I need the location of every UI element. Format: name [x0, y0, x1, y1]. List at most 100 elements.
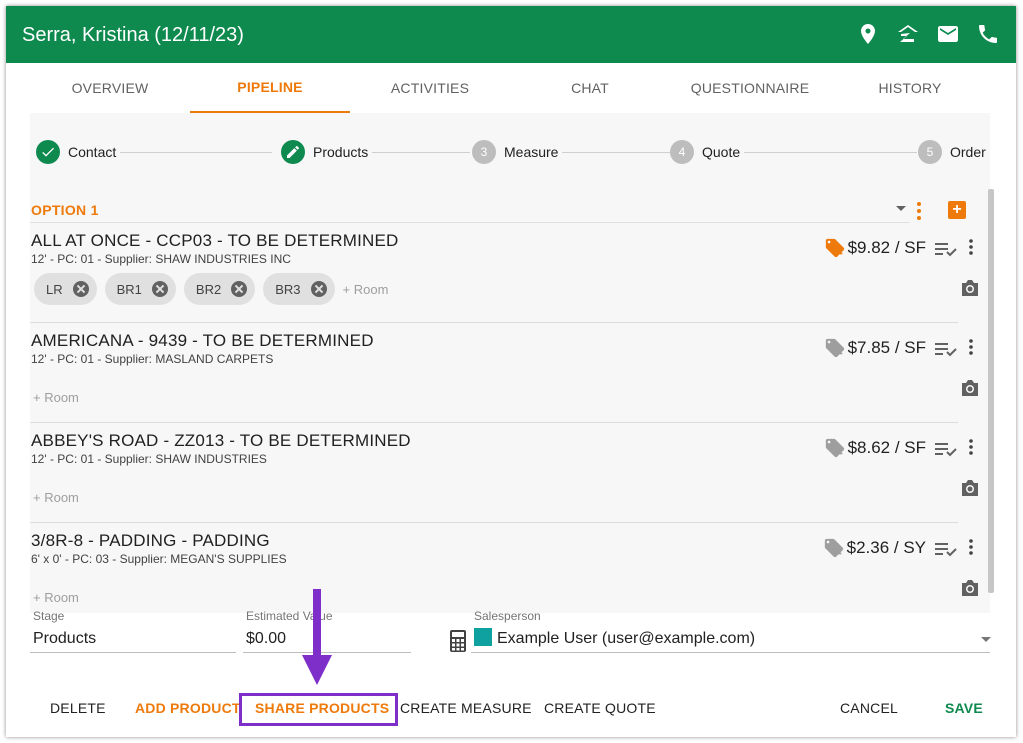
add-room-link[interactable]: + Room	[33, 590, 79, 605]
tab-bar: OVERVIEW PIPELINE ACTIVITIES CHAT QUESTI…	[30, 63, 990, 113]
save-button[interactable]: SAVE	[945, 700, 983, 716]
close-icon[interactable]	[310, 281, 327, 297]
field-underline	[471, 652, 990, 653]
cancel-button[interactable]: CANCEL	[840, 700, 898, 716]
salesperson-label: Salesperson	[474, 609, 541, 623]
step-label: Order	[950, 144, 986, 160]
estimated-value-value: $0.00	[246, 630, 287, 647]
location-pin-icon[interactable]	[856, 22, 880, 46]
customer-title: Serra, Kristina (12/11/23)	[22, 24, 244, 46]
dialog-actions: DELETE ADD PRODUCT SHARE PRODUCTS CREATE…	[6, 686, 1016, 732]
product-price[interactable]: $8.62 / SF	[824, 437, 926, 459]
field-underline	[30, 652, 236, 653]
tab-questionnaire[interactable]: QUESTIONNAIRE	[670, 63, 830, 113]
stage-value: Products	[33, 630, 97, 647]
product-name: ALL AT ONCE - CCP03 - TO BE DETERMINED	[31, 231, 399, 250]
more-vert-icon[interactable]	[968, 539, 974, 555]
scrollbar[interactable]	[988, 189, 994, 593]
step-number: 3	[472, 140, 496, 164]
annotation-highlight-box	[239, 693, 398, 726]
camera-icon[interactable]	[960, 379, 980, 397]
pipeline-stepper: Contact Products 3 Measure 4 Quote 5 Ord…	[30, 113, 990, 179]
create-quote-button[interactable]: CREATE QUOTE	[544, 700, 656, 716]
add-product-button[interactable]: ADD PRODUCT	[135, 700, 241, 716]
salesperson-color-swatch	[474, 628, 492, 646]
dialog-header: Serra, Kristina (12/11/23)	[6, 6, 1016, 63]
close-icon[interactable]	[151, 281, 168, 297]
step-number: 5	[918, 140, 942, 164]
step-connector	[120, 152, 272, 153]
close-icon[interactable]	[231, 281, 248, 297]
product-row: ABBEY'S ROAD - ZZ013 - TO BE DETERMINED …	[30, 423, 958, 523]
list-check-icon[interactable]	[934, 239, 958, 259]
camera-icon[interactable]	[960, 279, 980, 297]
product-price[interactable]: $2.36 / SY	[823, 537, 926, 559]
price-tag-icon	[824, 237, 846, 259]
email-icon[interactable]	[936, 22, 960, 46]
list-check-icon[interactable]	[934, 539, 958, 559]
product-details: 12' - PC: 01 - Supplier: MASLAND CARPETS	[31, 352, 274, 366]
step-label: Contact	[68, 144, 117, 160]
add-room-link[interactable]: + Room	[343, 282, 389, 297]
product-name: ABBEY'S ROAD - ZZ013 - TO BE DETERMINED	[31, 431, 411, 450]
price-text: $9.82 / SF	[847, 238, 926, 257]
product-price[interactable]: $7.85 / SF	[824, 337, 926, 359]
step-products[interactable]: Products	[281, 140, 373, 164]
price-text: $7.85 / SF	[847, 338, 926, 357]
product-row: ALL AT ONCE - CCP03 - TO BE DETERMINED 1…	[30, 223, 958, 323]
step-order[interactable]: 5 Order	[918, 140, 990, 164]
opportunity-dialog: Serra, Kristina (12/11/23) OVERVIEW PIPE…	[6, 6, 1016, 737]
step-measure[interactable]: 3 Measure	[472, 140, 563, 164]
create-measure-button[interactable]: CREATE MEASURE	[400, 700, 532, 716]
delete-button[interactable]: DELETE	[50, 700, 106, 716]
pencil-icon	[281, 140, 305, 164]
chevron-down-icon	[896, 206, 906, 211]
more-vert-icon[interactable]	[968, 239, 974, 255]
tab-chat[interactable]: CHAT	[510, 63, 670, 113]
step-contact[interactable]: Contact	[36, 140, 121, 164]
chevron-down-icon	[981, 637, 991, 642]
step-quote[interactable]: 4 Quote	[670, 140, 745, 164]
add-room-link[interactable]: + Room	[33, 490, 79, 505]
list-check-icon[interactable]	[934, 439, 958, 459]
step-connector	[560, 152, 670, 153]
tab-activities[interactable]: ACTIVITIES	[350, 63, 510, 113]
more-vert-icon[interactable]	[968, 339, 974, 355]
room-chip[interactable]: BR1	[104, 273, 176, 305]
option-select[interactable]: OPTION 1	[30, 201, 910, 223]
room-chip[interactable]: LR	[34, 273, 97, 305]
option-label: OPTION 1	[31, 202, 99, 218]
calculator-icon[interactable]	[450, 630, 466, 652]
phone-icon[interactable]	[976, 22, 1000, 46]
add-option-icon[interactable]: +	[948, 201, 966, 219]
step-label: Products	[313, 144, 369, 160]
product-name: AMERICANA - 9439 - TO BE DETERMINED	[31, 331, 374, 350]
room-chip[interactable]: BR3	[263, 273, 335, 305]
tab-overview[interactable]: OVERVIEW	[30, 63, 190, 113]
room-chips: LR BR1 BR2 BR3 + Room	[34, 273, 388, 305]
room-chip[interactable]: BR2	[183, 273, 256, 305]
add-room-link[interactable]: + Room	[33, 390, 79, 405]
step-connector	[370, 152, 470, 153]
product-name: 3/8R-8 - PADDING - PADDING	[31, 531, 270, 550]
price-text: $8.62 / SF	[847, 438, 926, 457]
more-vert-icon[interactable]	[968, 439, 974, 455]
tab-history[interactable]: HISTORY	[830, 63, 990, 113]
camera-icon[interactable]	[960, 479, 980, 497]
step-label: Quote	[702, 144, 741, 160]
header-actions	[856, 22, 1000, 46]
product-details: 12' - PC: 01 - Supplier: SHAW INDUSTRIES…	[31, 252, 291, 266]
tab-pipeline[interactable]: PIPELINE	[190, 63, 350, 113]
close-icon[interactable]	[72, 281, 89, 297]
chip-label: BR3	[275, 281, 301, 297]
camera-icon[interactable]	[960, 579, 980, 597]
annotation-arrow-icon	[302, 589, 332, 685]
zillow-icon[interactable]	[896, 22, 920, 46]
product-details: 12' - PC: 01 - Supplier: SHAW INDUSTRIES	[31, 452, 267, 466]
chip-label: BR1	[116, 281, 142, 297]
more-vert-icon[interactable]	[915, 201, 923, 221]
product-price[interactable]: $9.82 / SF	[824, 237, 926, 259]
pipeline-panel: Contact Products 3 Measure 4 Quote 5 Ord…	[30, 113, 994, 613]
list-check-icon[interactable]	[934, 339, 958, 359]
stage-label: Stage	[33, 609, 65, 623]
